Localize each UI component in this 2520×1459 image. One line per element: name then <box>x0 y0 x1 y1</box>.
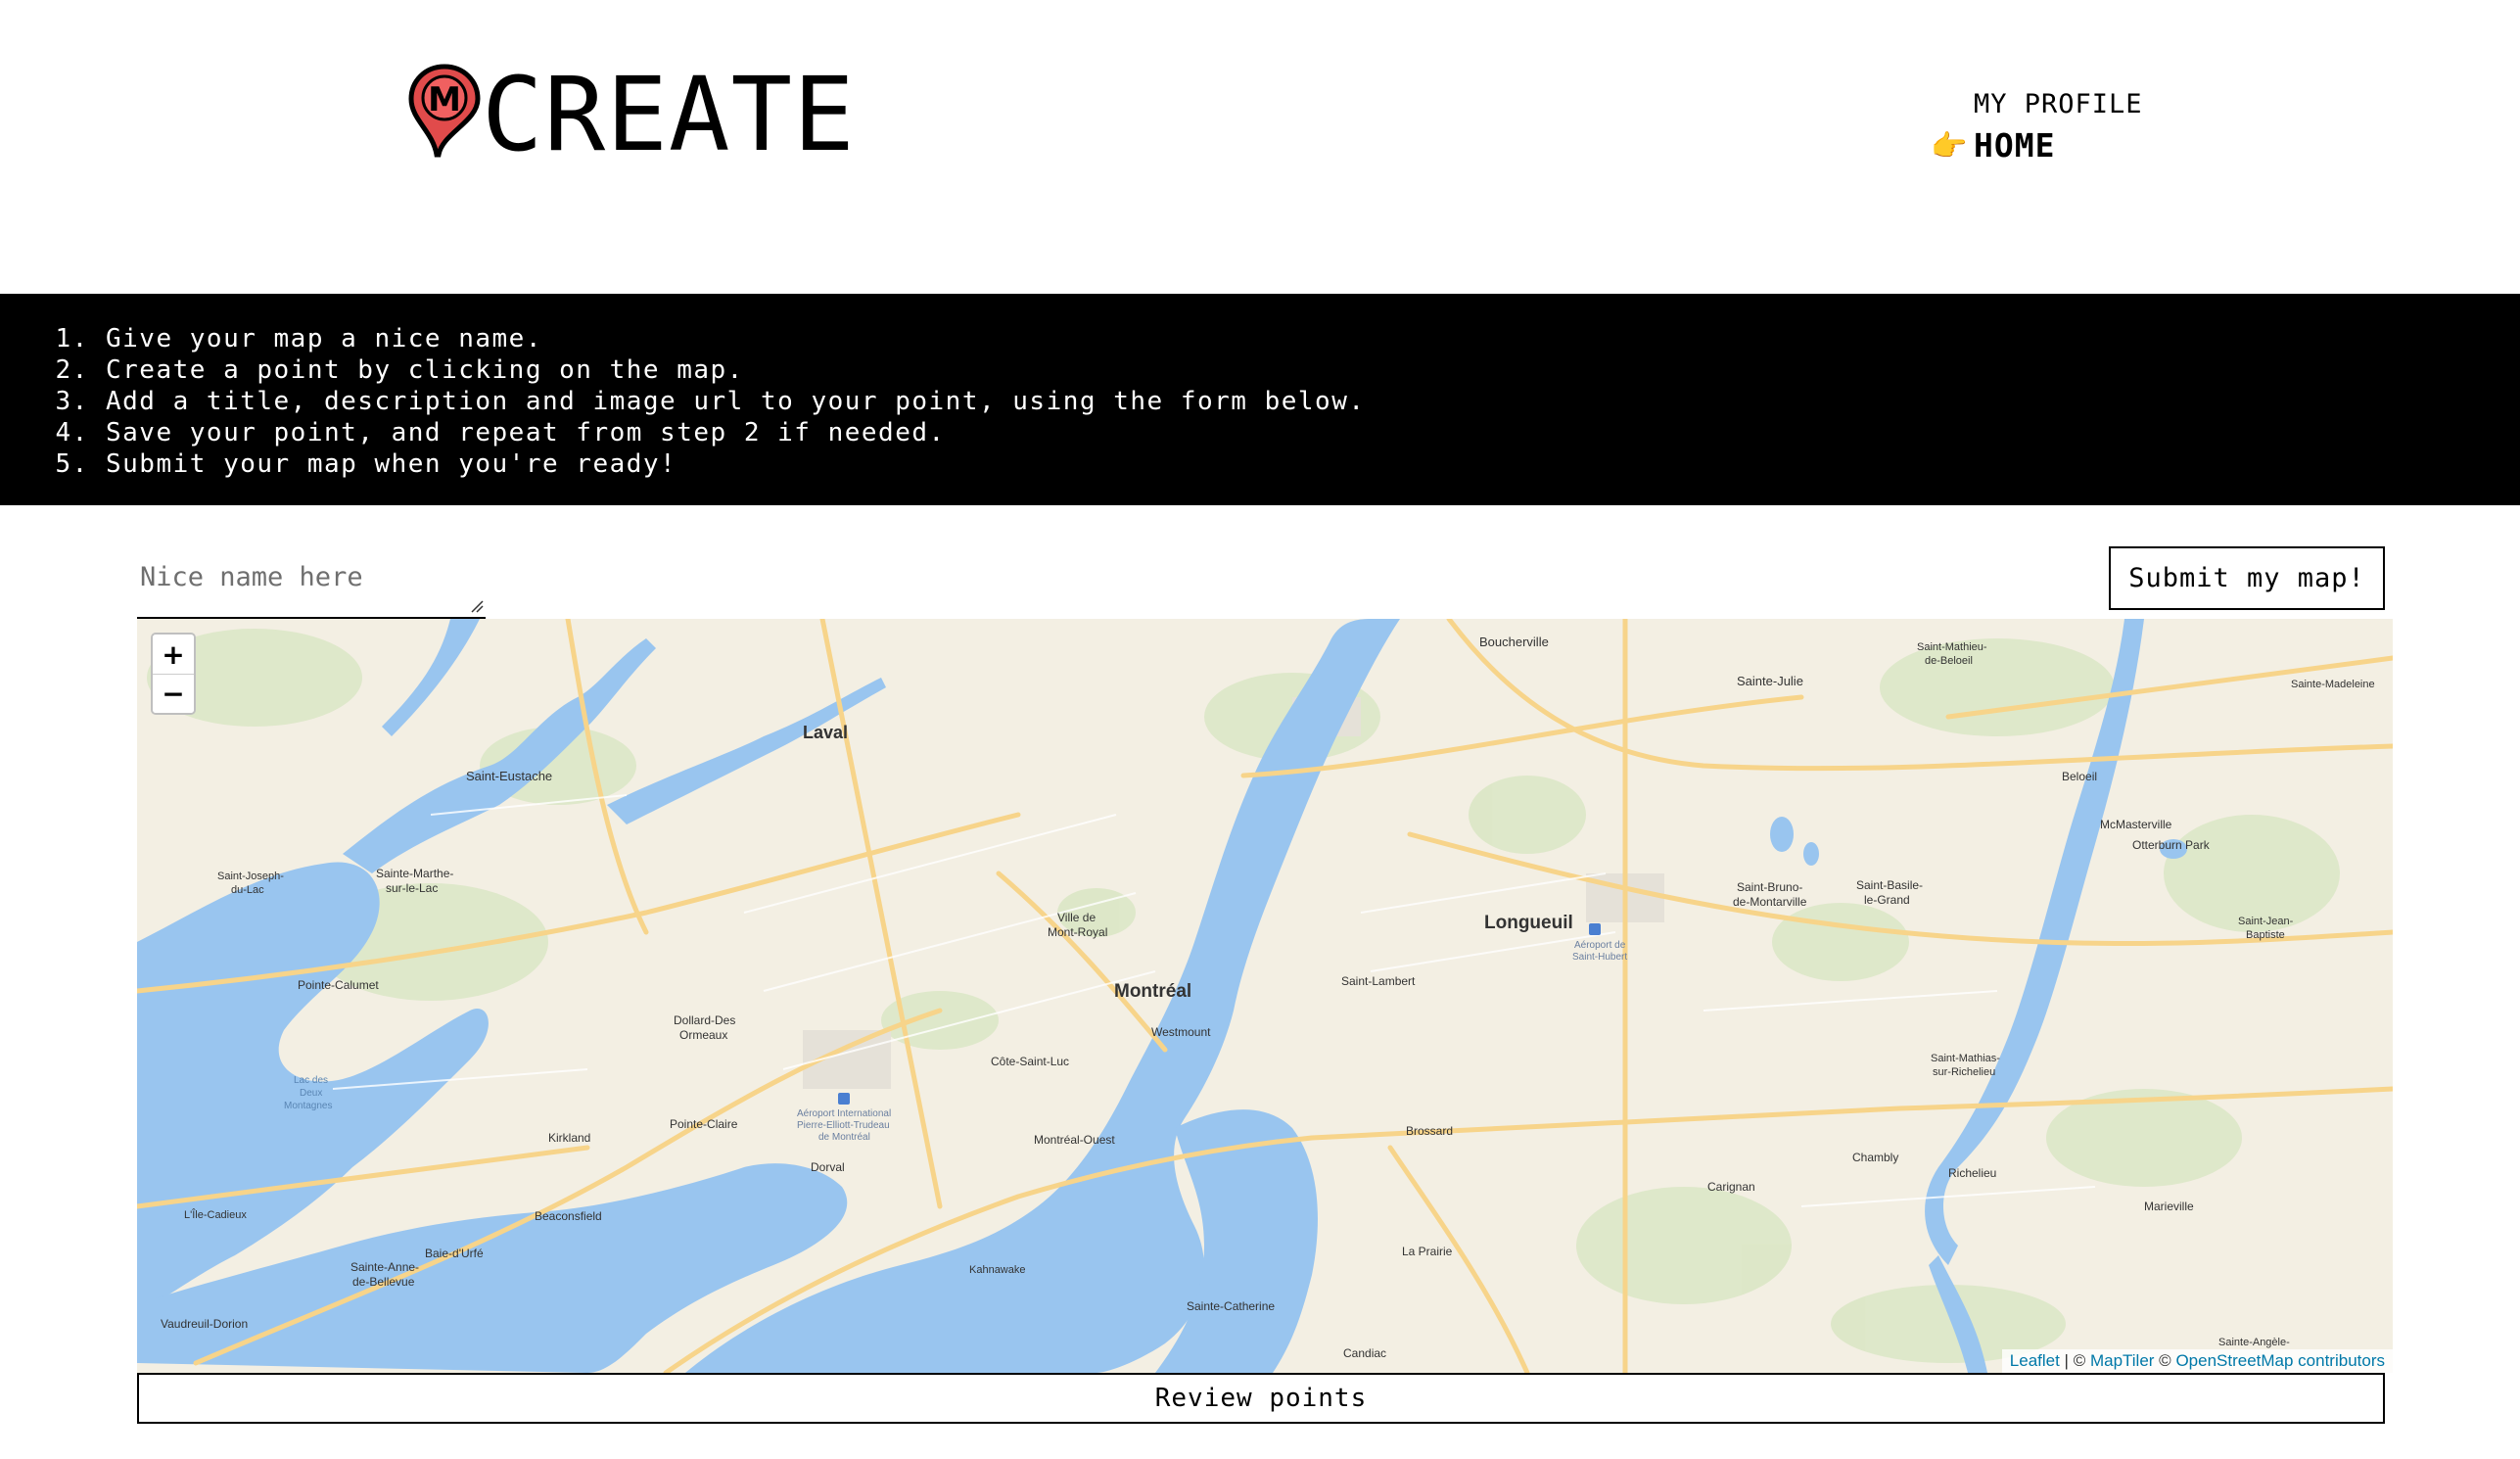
top-nav: MY PROFILE 👉 HOME <box>1931 84 2143 166</box>
map-canvas[interactable]: Laval Montréal Longueuil Saint-Eustache … <box>137 619 2393 1373</box>
map-label-cote-saint-luc: Côte-Saint-Luc <box>991 1055 1069 1068</box>
map-label-saint-lambert: Saint-Lambert <box>1341 974 1416 988</box>
map-label-dollard-2: Ormeaux <box>679 1028 727 1042</box>
map-label-baie-durfe: Baie-d'Urfé <box>425 1247 484 1260</box>
map-label-chambly: Chambly <box>1852 1151 1898 1164</box>
map-label-candiac: Candiac <box>1343 1346 1386 1360</box>
nav-home-label: HOME <box>1974 126 2056 165</box>
instructions-list: Give your map a nice name. Create a poin… <box>0 294 2520 480</box>
map-label-saint-jean-baptiste: Saint-Jean- <box>2238 916 2294 927</box>
map-label-kirkland: Kirkland <box>548 1131 590 1145</box>
map-label-saint-mathieu-2: de-Beloeil <box>1925 655 1973 667</box>
pointing-hand-icon: 👉 <box>1931 129 1969 164</box>
map-label-boucherville: Boucherville <box>1479 635 1549 649</box>
attribution-copy: © <box>2154 1351 2176 1370</box>
review-points-button[interactable]: Review points <box>137 1373 2385 1424</box>
map-label-saint-eustache: Saint-Eustache <box>466 769 552 783</box>
map-label-laval: Laval <box>803 723 848 742</box>
map-label-saint-mathias-2: sur-Richelieu <box>1933 1066 1995 1078</box>
map-label-kahnawake: Kahnawake <box>969 1264 1026 1276</box>
instructions-panel: Give your map a nice name. Create a poin… <box>0 294 2520 505</box>
map-label-saint-joseph-2: du-Lac <box>231 884 264 896</box>
map-label-beaconsfield: Beaconsfield <box>535 1209 602 1223</box>
map-label-sainte-catherine: Sainte-Catherine <box>1187 1299 1275 1313</box>
zoom-out-button[interactable]: − <box>153 674 194 713</box>
map-tiles: Laval Montréal Longueuil Saint-Eustache … <box>137 619 2393 1373</box>
map-label-airport-mtl-2: Pierre-Elliott-Trudeau <box>797 1120 890 1131</box>
instruction-step: Give your map a nice name. <box>106 323 2520 354</box>
map-label-pointe-claire: Pointe-Claire <box>670 1117 738 1131</box>
map-label-carignan: Carignan <box>1707 1180 1755 1194</box>
map-label-sainte-madeleine: Sainte-Madeleine <box>2291 679 2375 690</box>
map-label-lile-cadieux: L'Île-Cadieux <box>184 1208 247 1221</box>
map-label-sainte-julie: Sainte-Julie <box>1737 674 1803 688</box>
map-label-sainte-angele: Sainte-Angèle- <box>2218 1337 2290 1348</box>
map-label-ville-mont-royal-2: Mont-Royal <box>1048 925 1107 939</box>
maptiler-link[interactable]: MapTiler <box>2090 1351 2155 1370</box>
map-label-saint-mathias: Saint-Mathias- <box>1931 1053 2000 1064</box>
map-label-dollard: Dollard-Des <box>674 1013 735 1027</box>
instruction-step: Create a point by clicking on the map. <box>106 354 2520 386</box>
map-label-dorval: Dorval <box>811 1160 845 1174</box>
map-label-airport-mtl: Aéroport International <box>797 1108 891 1119</box>
map-label-lac-deux-montagnes: Lac des <box>294 1075 328 1086</box>
map-label-montreal-ouest: Montréal-Ouest <box>1034 1133 1115 1147</box>
map-label-airport-sh: Aéroport de <box>1574 940 1626 951</box>
instruction-step: Add a title, description and image url t… <box>106 386 2520 417</box>
submit-map-button[interactable]: Submit my map! <box>2109 546 2385 610</box>
attribution-separator: | © <box>2059 1351 2090 1370</box>
map-label-vaudreuil-dorion: Vaudreuil-Dorion <box>161 1317 248 1331</box>
map-label-sainte-marthe-2: sur-le-Lac <box>386 881 438 895</box>
logo-letter: M <box>428 80 461 119</box>
map-label-westmount: Westmount <box>1151 1025 1211 1039</box>
map-label-ville-mont-royal: Ville de <box>1057 911 1096 924</box>
map-label-otterburn-park: Otterburn Park <box>2132 838 2211 852</box>
map-label-saint-basile: Saint-Basile- <box>1856 878 1923 892</box>
resize-grip-icon[interactable] <box>470 599 484 613</box>
map-label-lac-deux-montagnes-3: Montagnes <box>284 1101 332 1111</box>
map-name-input[interactable] <box>137 539 486 615</box>
map-name-field <box>137 539 486 620</box>
map-label-sainte-anne-2: de-Bellevue <box>352 1275 415 1289</box>
nav-my-profile[interactable]: MY PROFILE <box>1974 84 2143 125</box>
osm-link[interactable]: OpenStreetMap contributors <box>2175 1351 2385 1370</box>
map-label-lac-deux-montagnes-2: Deux <box>300 1088 322 1099</box>
map-attribution: Leaflet | © MapTiler © OpenStreetMap con… <box>2001 1349 2393 1373</box>
page-title: CREATE <box>482 55 856 174</box>
map-label-brossard: Brossard <box>1406 1124 1453 1138</box>
map-label-richelieu: Richelieu <box>1948 1166 1996 1180</box>
map-label-airport-sh-2: Saint-Hubert <box>1572 952 1627 963</box>
leaflet-link[interactable]: Leaflet <box>2010 1351 2060 1370</box>
map-label-pointe-calumet: Pointe-Calumet <box>298 978 379 992</box>
map-label-saint-joseph: Saint-Joseph- <box>217 871 284 882</box>
map-label-marieville: Marieville <box>2144 1200 2194 1213</box>
instruction-step: Save your point, and repeat from step 2 … <box>106 417 2520 448</box>
map-label-airport-mtl-3: de Montréal <box>818 1132 870 1143</box>
map-label-la-prairie: La Prairie <box>1402 1245 1453 1258</box>
header: M CREATE MY PROFILE 👉 HOME <box>0 0 2520 294</box>
map-label-saint-jean-baptiste-2: Baptiste <box>2246 929 2285 941</box>
map-label-montreal: Montréal <box>1114 981 1191 1002</box>
nav-home[interactable]: 👉 HOME <box>1931 125 2143 166</box>
map-label-longueuil: Longueuil <box>1484 913 1573 933</box>
map-label-saint-bruno: Saint-Bruno- <box>1737 880 1802 894</box>
map-label-sainte-anne: Sainte-Anne- <box>350 1260 419 1274</box>
map-pin-logo-icon[interactable]: M <box>407 63 482 159</box>
map-label-saint-mathieu: Saint-Mathieu- <box>1917 641 1987 653</box>
zoom-control: + − <box>151 633 196 715</box>
instruction-step: Submit your map when you're ready! <box>106 448 2520 480</box>
map-label-mcmasterville: McMasterville <box>2100 818 2172 831</box>
map-label-saint-bruno-2: de-Montarville <box>1733 895 1807 909</box>
map-label-beloeil: Beloeil <box>2062 770 2097 783</box>
zoom-in-button[interactable]: + <box>153 635 194 674</box>
map-label-sainte-marthe: Sainte-Marthe- <box>376 867 453 880</box>
map-label-saint-basile-2: le-Grand <box>1864 893 1910 907</box>
